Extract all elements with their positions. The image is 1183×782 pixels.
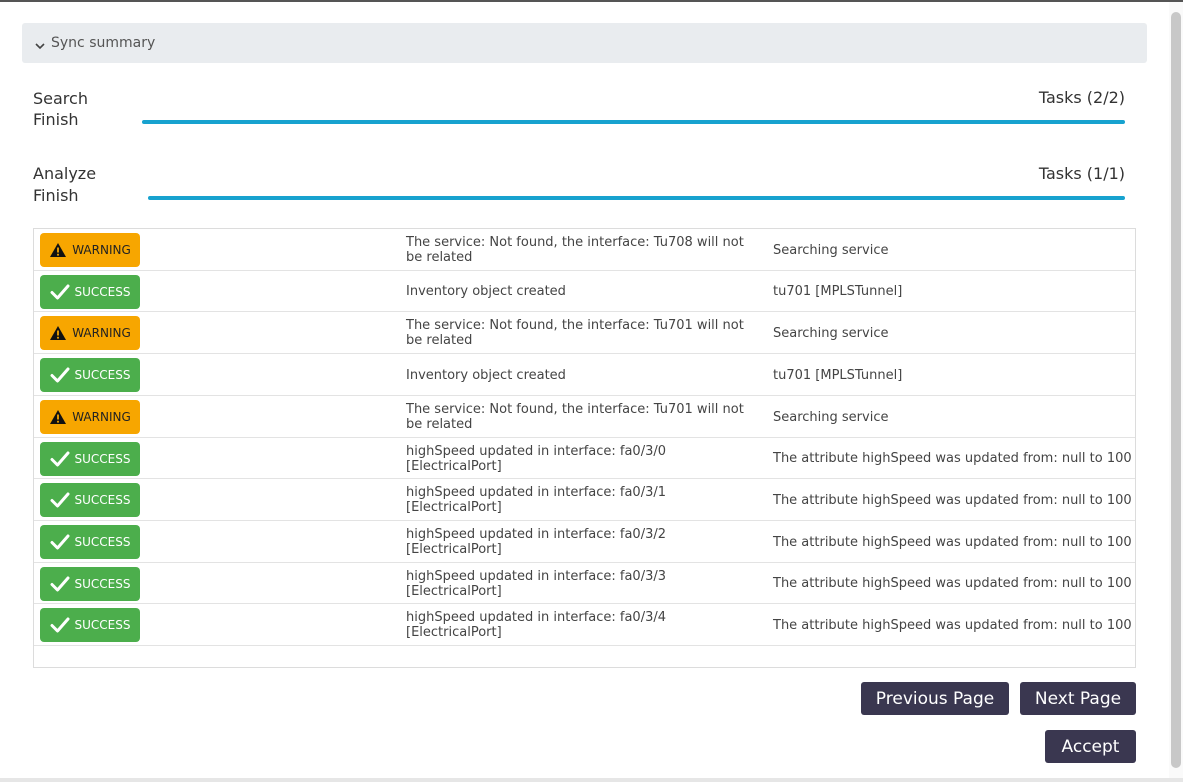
result-message: highSpeed updated in interface: fa0/3/2 …: [406, 527, 667, 557]
check-icon: [50, 617, 75, 633]
sync-summary-title: Sync summary: [51, 35, 156, 51]
result-detail: The attribute highSpeed was updated from…: [773, 576, 1132, 591]
table-row: WARNING The service: Not found, the inter…: [34, 312, 1135, 354]
table-row: SUCCESS highSpeed updated in interface: f…: [34, 563, 1135, 604]
previous-page-button[interactable]: Previous Page: [861, 682, 1009, 715]
result-detail: Searching service: [773, 243, 889, 258]
check-icon: [50, 492, 75, 508]
table-row: SUCCESS Inventory object created tu701 [MP…: [34, 271, 1135, 312]
search-label: Search: [33, 89, 88, 108]
result-detail: Searching service: [773, 410, 889, 425]
status-label: SUCCESS: [74, 285, 131, 299]
check-icon: [50, 576, 75, 592]
warning-icon: [49, 409, 72, 425]
success-badge: SUCCESS: [40, 525, 140, 559]
result-detail: Searching service: [773, 326, 889, 341]
result-message: The service: Not found, the interface: T…: [406, 402, 744, 432]
status-label: WARNING: [72, 326, 131, 340]
result-message: highSpeed updated in interface: fa0/3/3 …: [406, 569, 667, 599]
status-label: SUCCESS: [74, 535, 131, 549]
analyze-progress-bar: [148, 196, 1125, 200]
table-row: SUCCESS highSpeed updated in interface: f…: [34, 521, 1135, 563]
check-icon: [50, 534, 75, 550]
analyze-status: Finish: [33, 186, 79, 205]
warning-badge: WARNING: [40, 400, 140, 434]
status-label: SUCCESS: [74, 577, 131, 591]
success-badge: SUCCESS: [40, 275, 140, 309]
result-detail: The attribute highSpeed was updated from…: [773, 493, 1132, 508]
status-label: SUCCESS: [74, 493, 131, 507]
success-badge: SUCCESS: [40, 483, 140, 517]
result-message: Inventory object created: [406, 368, 566, 383]
status-label: WARNING: [72, 243, 131, 257]
analyze-progress: Analyze Finish Tasks (1/1): [33, 163, 1125, 205]
success-badge: SUCCESS: [40, 358, 140, 392]
warning-icon: [49, 325, 72, 341]
status-label: SUCCESS: [74, 452, 131, 466]
check-icon: [50, 367, 75, 383]
result-detail: The attribute highSpeed was updated from…: [773, 618, 1132, 633]
warning-badge: WARNING: [40, 233, 140, 267]
result-message: The service: Not found, the interface: T…: [406, 235, 744, 265]
search-progress-bar: [142, 120, 1125, 124]
status-label: WARNING: [72, 410, 131, 424]
result-detail: The attribute highSpeed was updated from…: [773, 451, 1132, 466]
analyze-label: Analyze: [33, 164, 97, 183]
window-bottom-border: [0, 778, 1183, 782]
table-row: WARNING The service: Not found, the inter…: [34, 396, 1135, 438]
table-row: SUCCESS highSpeed updated in interface: f…: [34, 604, 1135, 646]
warning-badge: WARNING: [40, 316, 140, 350]
search-tasks-count: Tasks (2/2): [1038, 88, 1125, 107]
result-message: Inventory object created: [406, 284, 566, 299]
result-message: The service: Not found, the interface: T…: [406, 318, 744, 348]
result-message: highSpeed updated in interface: fa0/3/4 …: [406, 610, 667, 640]
success-badge: SUCCESS: [40, 567, 140, 601]
search-progress: Search Finish Tasks (2/2): [33, 88, 1125, 129]
table-row: WARNING The service: Not found, the inter…: [34, 229, 1135, 271]
scrollbar-thumb[interactable]: [1171, 12, 1181, 768]
success-badge: SUCCESS: [40, 442, 140, 476]
results-table: WARNING The service: Not found, the inter…: [33, 228, 1136, 668]
result-detail: The attribute highSpeed was updated from…: [773, 535, 1132, 550]
accept-button[interactable]: Accept: [1045, 730, 1136, 763]
success-badge: SUCCESS: [40, 608, 140, 642]
chevron-down-icon: [34, 37, 46, 50]
next-page-button[interactable]: Next Page: [1020, 682, 1136, 715]
result-message: highSpeed updated in interface: fa0/3/0 …: [406, 444, 667, 474]
table-row: SUCCESS highSpeed updated in interface: f…: [34, 438, 1135, 479]
table-row: SUCCESS highSpeed updated in interface: f…: [34, 479, 1135, 521]
warning-icon: [49, 242, 72, 258]
result-message: highSpeed updated in interface: fa0/3/1 …: [406, 485, 667, 515]
window-top-border: [0, 0, 1183, 2]
check-icon: [50, 284, 75, 300]
check-icon: [50, 451, 75, 467]
analyze-tasks-count: Tasks (1/1): [1038, 164, 1125, 183]
table-row: SUCCESS Inventory object created tu701 [MP…: [34, 354, 1135, 396]
status-label: SUCCESS: [74, 618, 131, 632]
result-detail: tu701 [MPLSTunnel]: [773, 284, 903, 299]
status-label: SUCCESS: [74, 368, 131, 382]
sync-summary-toggle[interactable]: Sync summary: [22, 23, 1147, 63]
result-detail: tu701 [MPLSTunnel]: [773, 368, 903, 383]
search-status: Finish: [33, 110, 79, 129]
